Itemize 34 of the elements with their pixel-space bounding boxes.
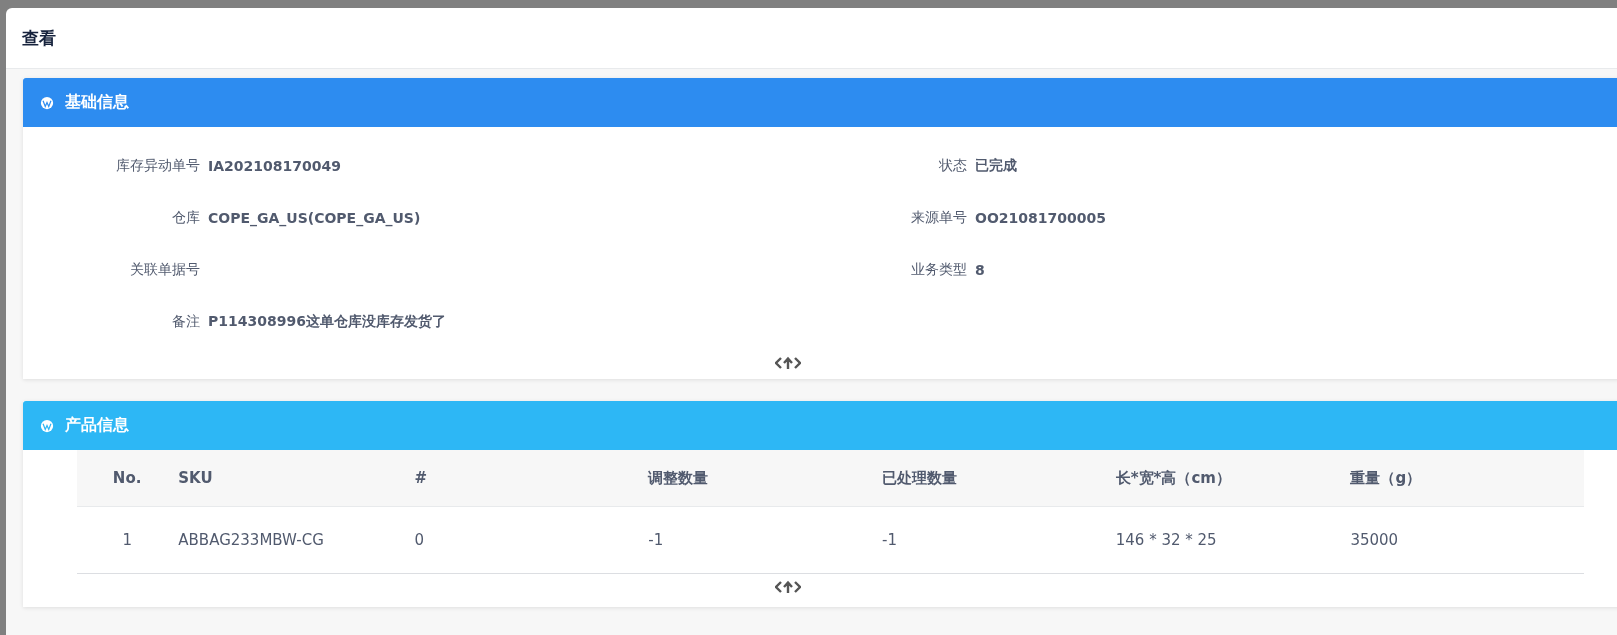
- section-title: 产品信息: [65, 415, 129, 436]
- table-cell: ABBAG233MBW-CG: [177, 506, 414, 574]
- field-value: OO21081700005: [975, 210, 1106, 226]
- table-cell: -1: [647, 506, 881, 574]
- collapse-icon[interactable]: [775, 356, 801, 370]
- column-header: 重量（g）: [1349, 450, 1584, 507]
- column-header: 长*宽*高（cm）: [1114, 450, 1350, 507]
- table-cell: 146 * 32 * 25: [1114, 506, 1350, 574]
- field-label: 状态: [938, 157, 967, 175]
- circle-icon: [40, 418, 54, 433]
- column-header: No.: [77, 450, 178, 507]
- section-title: 基础信息: [65, 92, 129, 113]
- field-label: 业务类型: [910, 261, 967, 279]
- column-header: #: [413, 450, 648, 507]
- field-label: 库存异动单号: [115, 157, 200, 175]
- field-label: 备注: [171, 313, 200, 331]
- table-cell: -1: [881, 506, 1115, 574]
- column-header: 调整数量: [647, 450, 881, 507]
- column-header: SKU: [177, 450, 414, 507]
- field-value: 8: [975, 262, 985, 278]
- table-cell: 0: [413, 506, 648, 574]
- table-cell: 35000: [1349, 506, 1584, 574]
- field-value: 已完成: [975, 157, 1017, 175]
- field-label: 关联单据号: [129, 261, 200, 279]
- collapse-icon[interactable]: [775, 580, 801, 594]
- circle-icon: [40, 95, 54, 110]
- field-value: P114308996这单仓库没库存发货了: [208, 313, 446, 331]
- column-header: 已处理数量: [881, 450, 1115, 507]
- dialog-title: 查看: [22, 26, 56, 50]
- field-label: 来源单号: [910, 209, 967, 227]
- field-label: 仓库: [171, 209, 200, 227]
- field-value: COPE_GA_US(COPE_GA_US): [208, 210, 421, 226]
- table-cell: 1: [77, 506, 178, 574]
- field-value: IA202108170049: [208, 158, 341, 174]
